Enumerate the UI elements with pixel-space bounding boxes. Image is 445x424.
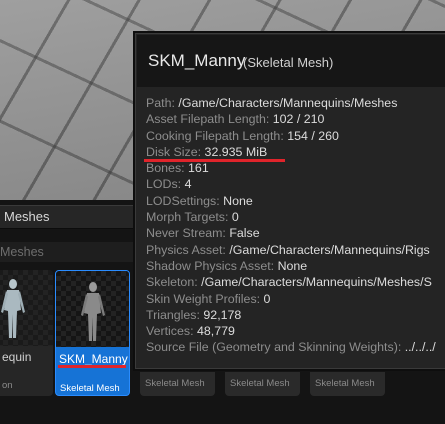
content-browser-header: Meshes (0, 205, 140, 229)
asset-name: SKM_Manny (59, 352, 128, 366)
asset-type: Skeletal Mesh (315, 378, 375, 389)
asset-tile-selected[interactable]: SKM_Manny Skeletal Mesh (55, 270, 130, 396)
asset-tile[interactable]: Skeletal Mesh (140, 372, 215, 396)
property-row: Asset Filepath Length: 102 / 210 (146, 112, 325, 127)
asset-type: on (2, 380, 13, 391)
tooltip-title: SKM_Manny (148, 51, 246, 70)
asset-tile[interactable]: equin on (0, 270, 53, 396)
mannequin-icon (80, 281, 106, 343)
property-row: Path: /Game/Characters/Mannequins/Meshes (146, 96, 398, 110)
asset-type: Skeletal Mesh (145, 378, 205, 389)
mannequin-icon (0, 278, 26, 340)
property-row: LODs: 4 (146, 177, 192, 192)
tooltip-properties: Path: /Game/Characters/Mannequins/Meshes… (146, 96, 445, 357)
asset-type: Skeletal Mesh (230, 378, 290, 389)
property-row: Skeleton: /Game/Characters/Mannequins/Me… (146, 275, 432, 290)
asset-tooltip: SKM_Manny (Skeletal Mesh) Path: /Game/Ch… (133, 31, 445, 371)
asset-thumbnail (56, 271, 129, 347)
tooltip-header: SKM_Manny (Skeletal Mesh) (137, 35, 445, 87)
property-row: Bones: 161 (146, 161, 209, 176)
property-row: Morph Targets: 0 (146, 210, 239, 225)
asset-tile[interactable]: Skeletal Mesh (225, 372, 300, 396)
breadcrumb: Meshes (0, 242, 140, 262)
highlight-underline (58, 365, 126, 368)
asset-tile[interactable]: Skeletal Mesh (310, 372, 385, 396)
property-row: Vertices: 48,779 (146, 324, 235, 339)
asset-name: equin (2, 350, 32, 364)
property-row: Skin Weight Profiles: 0 (146, 291, 271, 306)
property-row: LODSettings: None (146, 193, 253, 208)
property-row: Triangles: 92,178 (146, 307, 242, 322)
highlight-underline (144, 159, 285, 162)
property-row: Cooking Filepath Length: 154 / 260 (146, 128, 339, 143)
property-row: Never Stream: False (146, 226, 260, 241)
property-row: Physics Asset: /Game/Characters/Mannequi… (146, 242, 430, 257)
breadcrumb-folder[interactable]: Meshes (0, 245, 44, 259)
property-row: Shadow Physics Asset: None (146, 258, 308, 273)
folder-header-label: Meshes (4, 209, 50, 224)
tooltip-asset-type: (Skeletal Mesh) (243, 55, 334, 70)
property-row: Source File (Geometry and Skinning Weigh… (146, 340, 436, 355)
asset-type: Skeletal Mesh (60, 383, 120, 394)
asset-thumbnail (0, 270, 53, 346)
